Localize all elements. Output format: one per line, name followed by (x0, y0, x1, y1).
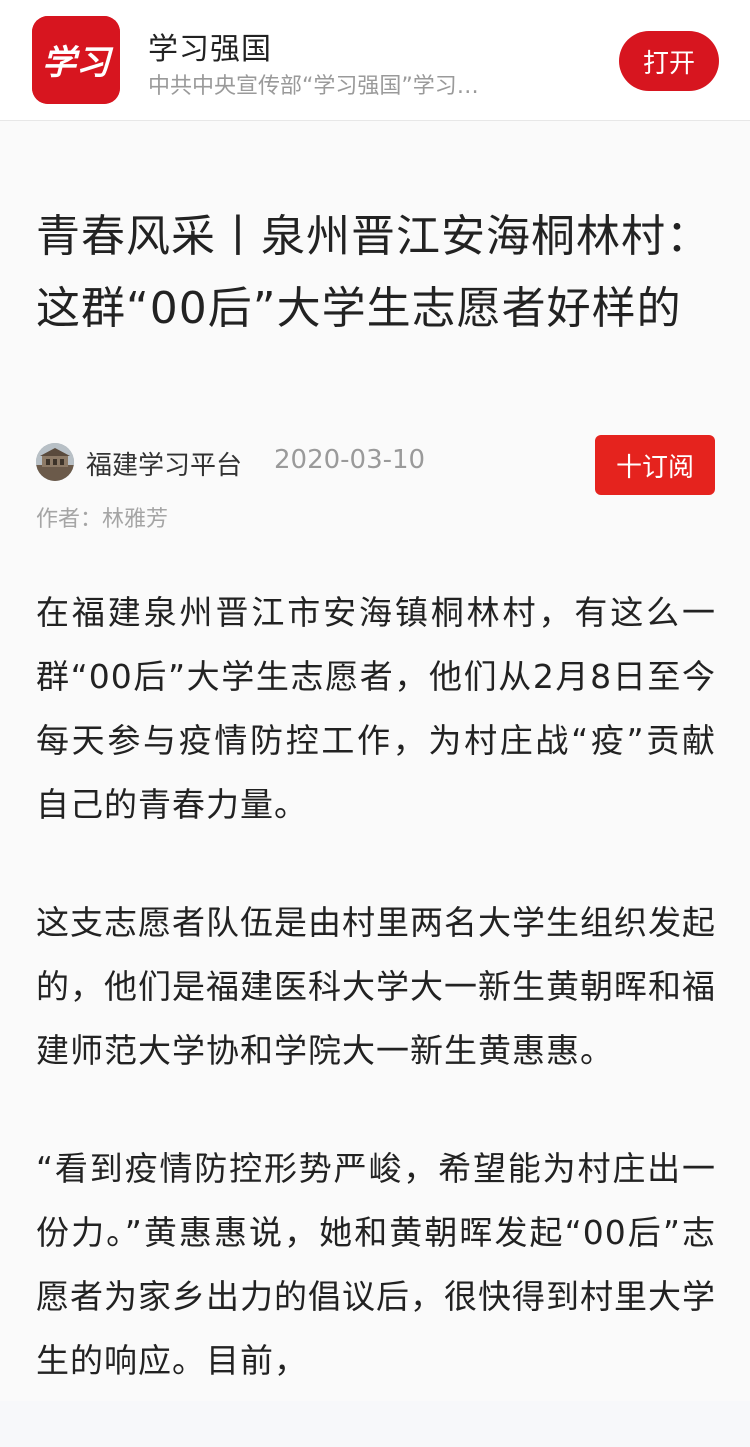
publish-date: 2020-03-10 (274, 445, 426, 475)
article-paragraph: 在福建泉州晋江市安海镇桐林村，有这么一群“00后”大学生志愿者，他们从2月8日至… (36, 593, 716, 824)
source-name[interactable]: 福建学习平台 (86, 445, 242, 482)
article-title: 青春风采丨泉州晋江安海桐林村：这群“00后”大学生志愿者好样的 (36, 211, 711, 334)
source-avatar-image-icon (36, 443, 74, 481)
article-paragraph: “看到疫情防控形势严峻，希望能为村庄出一份力。”黄惠惠说，她和黄朝晖发起“00后… (36, 1149, 716, 1380)
article-paragraph: 这支志愿者队伍是由村里两名大学生组织发起的，他们是福建医科大学大一新生黄朝晖和福… (36, 903, 716, 1070)
app-logo-icon[interactable]: 学习 (32, 16, 120, 104)
app-name: 学习强国 (148, 32, 272, 67)
source-avatar[interactable] (36, 443, 74, 481)
author-line: 作者：林雅芳 (36, 507, 169, 532)
app-description: 中共中央宣传部“学习强国”学习… (148, 74, 479, 99)
subscribe-button[interactable]: 十订阅 (595, 435, 715, 495)
xuexi-logo-icon: 学习 (32, 16, 120, 104)
logo-lettering: 学习 (42, 44, 114, 82)
app-download-banner: 学习 学习强国 中共中央宣传部“学习强国”学习… 打开 (0, 0, 750, 121)
article-container: 青春风采丨泉州晋江安海桐林村：这群“00后”大学生志愿者好样的 福建学习平台 2… (0, 121, 750, 1401)
article-body: 在福建泉州晋江市安海镇桐林村，有这么一群“00后”大学生志愿者，他们从2月8日至… (36, 581, 716, 1447)
open-app-button[interactable]: 打开 (619, 31, 719, 91)
